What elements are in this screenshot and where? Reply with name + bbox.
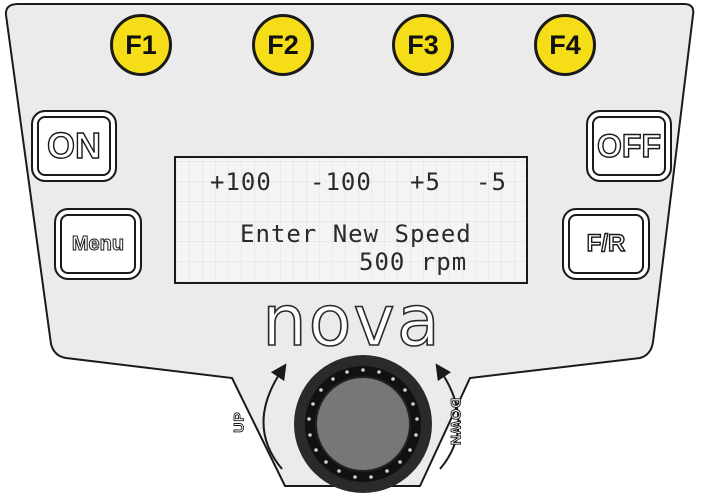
lcd-display: +100 -100 +5 -5 Enter New Speed 500 rpm [174,156,528,284]
f4-button[interactable]: F4 [534,14,596,76]
lcd-prompt: Enter New Speed [240,220,472,248]
knob-face [315,376,411,472]
brand-logo: nova [261,280,442,362]
down-label: DOWN [448,397,465,447]
menu-button[interactable]: Menu [54,208,142,280]
on-button[interactable]: ON [31,110,117,182]
f1-button[interactable]: F1 [110,14,172,76]
off-button[interactable]: OFF [586,110,672,182]
lcd-softkey-minus-5: -5 [476,168,507,196]
lcd-softkey-plus-5: +5 [410,168,441,196]
rotary-knob[interactable] [294,355,432,493]
lcd-softkey-minus-100: -100 [310,168,372,196]
f2-button[interactable]: F2 [252,14,314,76]
f3-button[interactable]: F3 [392,14,454,76]
lcd-softkey-plus-100: +100 [210,168,272,196]
lcd-speed-value: 500 rpm [359,248,468,276]
forward-reverse-button[interactable]: F/R [562,208,650,280]
up-label: UP [230,411,247,433]
